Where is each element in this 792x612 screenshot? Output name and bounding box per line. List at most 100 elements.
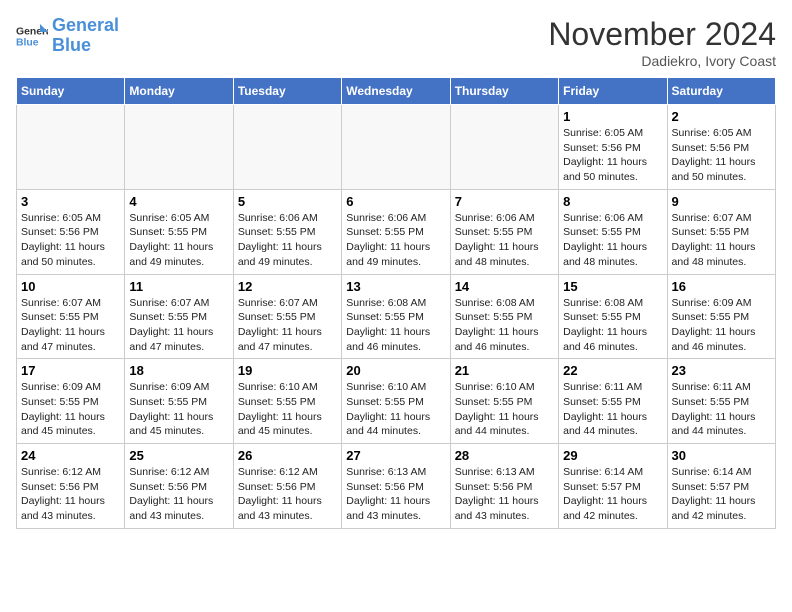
calendar-cell: 10Sunrise: 6:07 AM Sunset: 5:55 PM Dayli… [17, 274, 125, 359]
day-number: 1 [563, 109, 662, 124]
day-info: Sunrise: 6:08 AM Sunset: 5:55 PM Dayligh… [346, 296, 445, 355]
calendar-cell: 14 Sunrise: 6:08 AM Sunset: 5:55 PM Dayli… [450, 274, 558, 359]
day-number: 29 [563, 448, 662, 463]
day-number: 11 [129, 279, 228, 294]
day-number: 3 [21, 194, 120, 209]
day-info: Sunrise: 6:10 AM Sunset: 5:55 PM Dayligh… [346, 380, 445, 439]
day-info: Sunrise: 6:12 AM Sunset: 5:56 PM Dayligh… [21, 465, 120, 524]
day-number: 2 [672, 109, 771, 124]
calendar-cell: 13 Sunrise: 6:08 AM Sunset: 5:55 PM Dayli… [342, 274, 450, 359]
weekday-wednesday: Wednesday [342, 78, 450, 105]
day-number: 8 [563, 194, 662, 209]
calendar-cell: 24 Sunrise: 6:12 AM Sunset: 5:56 PM Dayli… [17, 444, 125, 529]
day-info: Sunrise: 6:09 AM Sunset: 5:55 PM Dayligh… [21, 380, 120, 439]
day-info: Sunrise: 6:14 AM Sunset: 5:57 PM Dayligh… [563, 465, 662, 524]
calendar-cell: 16 Sunrise: 6:09 AM Sunset: 5:55 PM Dayli… [667, 274, 775, 359]
day-number: 25 [129, 448, 228, 463]
calendar-cell: 19Sunrise: 6:10 AM Sunset: 5:55 PM Dayli… [233, 359, 341, 444]
calendar-cell [17, 105, 125, 190]
day-info: Sunrise: 6:12 AM Sunset: 5:56 PM Dayligh… [129, 465, 228, 524]
day-info: Sunrise: 6:08 AM Sunset: 5:55 PM Dayligh… [455, 296, 554, 355]
day-info: Sunrise: 6:11 AM Sunset: 5:55 PM Dayligh… [563, 380, 662, 439]
day-info: Sunrise: 6:07 AM Sunset: 5:55 PM Dayligh… [672, 211, 771, 270]
day-number: 28 [455, 448, 554, 463]
logo: General Blue GeneralBlue [16, 16, 119, 56]
weekday-friday: Friday [559, 78, 667, 105]
weekday-sunday: Sunday [17, 78, 125, 105]
day-number: 14 [455, 279, 554, 294]
calendar-cell: 15 Sunrise: 6:08 AM Sunset: 5:55 PM Dayli… [559, 274, 667, 359]
day-number: 21 [455, 363, 554, 378]
day-info: Sunrise: 6:05 AM Sunset: 5:56 PM Dayligh… [672, 126, 771, 185]
calendar-cell: 7Sunrise: 6:06 AM Sunset: 5:55 PM Daylig… [450, 189, 558, 274]
day-info: Sunrise: 6:13 AM Sunset: 5:56 PM Dayligh… [346, 465, 445, 524]
day-info: Sunrise: 6:05 AM Sunset: 5:56 PM Dayligh… [563, 126, 662, 185]
calendar-cell: 12 Sunrise: 6:07 AM Sunset: 5:55 PM Dayli… [233, 274, 341, 359]
day-number: 30 [672, 448, 771, 463]
calendar-cell [342, 105, 450, 190]
day-number: 24 [21, 448, 120, 463]
day-number: 13 [346, 279, 445, 294]
day-info: Sunrise: 6:06 AM Sunset: 5:55 PM Dayligh… [238, 211, 337, 270]
day-info: Sunrise: 6:09 AM Sunset: 5:55 PM Dayligh… [672, 296, 771, 355]
weekday-monday: Monday [125, 78, 233, 105]
calendar-cell: 3 Sunrise: 6:05 AM Sunset: 5:56 PM Daylig… [17, 189, 125, 274]
day-info: Sunrise: 6:07 AM Sunset: 5:55 PM Dayligh… [129, 296, 228, 355]
day-info: Sunrise: 6:13 AM Sunset: 5:56 PM Dayligh… [455, 465, 554, 524]
day-number: 16 [672, 279, 771, 294]
day-number: 5 [238, 194, 337, 209]
day-info: Sunrise: 6:10 AM Sunset: 5:55 PM Dayligh… [455, 380, 554, 439]
calendar-cell [233, 105, 341, 190]
day-number: 7 [455, 194, 554, 209]
logo-icon: General Blue [16, 20, 48, 52]
calendar-cell [450, 105, 558, 190]
day-info: Sunrise: 6:05 AM Sunset: 5:56 PM Dayligh… [21, 211, 120, 270]
day-number: 9 [672, 194, 771, 209]
calendar-table: SundayMondayTuesdayWednesdayThursdayFrid… [16, 77, 776, 529]
calendar-body: 1 Sunrise: 6:05 AM Sunset: 5:56 PM Daylig… [17, 105, 776, 529]
calendar-cell: 8 Sunrise: 6:06 AM Sunset: 5:55 PM Daylig… [559, 189, 667, 274]
day-info: Sunrise: 6:14 AM Sunset: 5:57 PM Dayligh… [672, 465, 771, 524]
weekday-thursday: Thursday [450, 78, 558, 105]
logo-text: GeneralBlue [52, 16, 119, 56]
day-info: Sunrise: 6:06 AM Sunset: 5:55 PM Dayligh… [563, 211, 662, 270]
calendar-cell: 30 Sunrise: 6:14 AM Sunset: 5:57 PM Dayli… [667, 444, 775, 529]
calendar-cell: 6Sunrise: 6:06 AM Sunset: 5:55 PM Daylig… [342, 189, 450, 274]
day-number: 26 [238, 448, 337, 463]
calendar-cell: 25 Sunrise: 6:12 AM Sunset: 5:56 PM Dayli… [125, 444, 233, 529]
calendar-cell: 22 Sunrise: 6:11 AM Sunset: 5:55 PM Dayli… [559, 359, 667, 444]
week-row-1: 1 Sunrise: 6:05 AM Sunset: 5:56 PM Daylig… [17, 105, 776, 190]
day-info: Sunrise: 6:05 AM Sunset: 5:55 PM Dayligh… [129, 211, 228, 270]
day-info: Sunrise: 6:11 AM Sunset: 5:55 PM Dayligh… [672, 380, 771, 439]
day-number: 10 [21, 279, 120, 294]
day-number: 17 [21, 363, 120, 378]
day-info: Sunrise: 6:09 AM Sunset: 5:55 PM Dayligh… [129, 380, 228, 439]
day-number: 15 [563, 279, 662, 294]
calendar-cell: 5 Sunrise: 6:06 AM Sunset: 5:55 PM Daylig… [233, 189, 341, 274]
weekday-saturday: Saturday [667, 78, 775, 105]
day-info: Sunrise: 6:08 AM Sunset: 5:55 PM Dayligh… [563, 296, 662, 355]
calendar-cell: 20Sunrise: 6:10 AM Sunset: 5:55 PM Dayli… [342, 359, 450, 444]
week-row-3: 10 Sunrise: 6:07 AM Sunset: 5:55 PM Dayli… [17, 274, 776, 359]
svg-text:Blue: Blue [16, 37, 39, 48]
week-row-4: 17 Sunrise: 6:09 AM Sunset: 5:55 PM Dayli… [17, 359, 776, 444]
title-block: November 2024 Dadiekro, Ivory Coast [548, 16, 776, 69]
day-number: 6 [346, 194, 445, 209]
day-number: 4 [129, 194, 228, 209]
day-info: Sunrise: 6:07 AM Sunset: 5:55 PM Dayligh… [238, 296, 337, 355]
weekday-tuesday: Tuesday [233, 78, 341, 105]
calendar-cell: 1 Sunrise: 6:05 AM Sunset: 5:56 PM Daylig… [559, 105, 667, 190]
calendar-cell [125, 105, 233, 190]
weekday-header-row: SundayMondayTuesdayWednesdayThursdayFrid… [17, 78, 776, 105]
day-info: Sunrise: 6:12 AM Sunset: 5:56 PM Dayligh… [238, 465, 337, 524]
day-number: 19 [238, 363, 337, 378]
calendar-cell: 18 Sunrise: 6:09 AM Sunset: 5:55 PM Dayli… [125, 359, 233, 444]
day-number: 12 [238, 279, 337, 294]
calendar-cell: 11 Sunrise: 6:07 AM Sunset: 5:55 PM Dayli… [125, 274, 233, 359]
calendar-cell: 4 Sunrise: 6:05 AM Sunset: 5:55 PM Daylig… [125, 189, 233, 274]
calendar-cell: 17 Sunrise: 6:09 AM Sunset: 5:55 PM Dayli… [17, 359, 125, 444]
day-number: 18 [129, 363, 228, 378]
day-number: 22 [563, 363, 662, 378]
calendar-cell: 28 Sunrise: 6:13 AM Sunset: 5:56 PM Dayli… [450, 444, 558, 529]
month-title: November 2024 [548, 16, 776, 53]
